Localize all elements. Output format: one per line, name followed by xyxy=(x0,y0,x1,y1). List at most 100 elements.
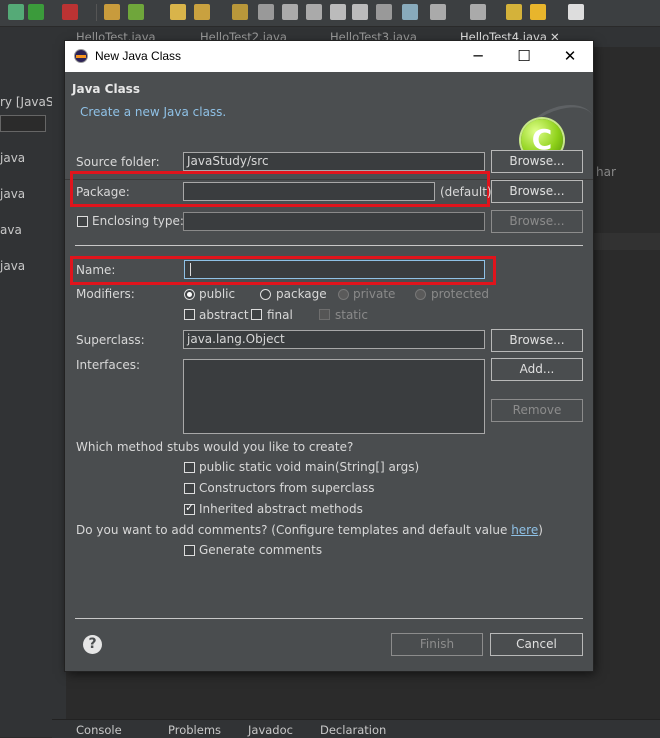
code-fragment: har xyxy=(596,165,616,179)
tab-javadoc[interactable]: Javadoc xyxy=(248,723,293,737)
save-icon[interactable] xyxy=(8,4,24,20)
superclass-label: Superclass: xyxy=(76,333,145,347)
name-field[interactable] xyxy=(184,260,485,279)
enclosing-type-label: Enclosing type: xyxy=(92,214,184,228)
package-label: Package: xyxy=(76,185,130,199)
comments-question-end: ) xyxy=(538,523,543,537)
eclipse-logo-icon xyxy=(74,49,88,63)
close-button[interactable]: ✕ xyxy=(547,41,593,72)
generate-comments-label: Generate comments xyxy=(199,543,323,557)
protected-radio[interactable] xyxy=(415,289,426,300)
interfaces-label: Interfaces: xyxy=(76,358,141,372)
private-radio[interactable] xyxy=(338,289,349,300)
final-label: final xyxy=(267,308,293,322)
package-radio[interactable] xyxy=(260,289,271,300)
tab-declaration[interactable]: Declaration xyxy=(320,723,386,737)
banner-message: Create a new Java class. xyxy=(80,105,227,119)
block-icon[interactable] xyxy=(330,4,346,20)
main-toolbar xyxy=(0,0,660,27)
enclosing-type-field[interactable] xyxy=(183,212,485,231)
source-folder-label: Source folder: xyxy=(76,155,160,169)
static-checkbox[interactable] xyxy=(319,309,330,320)
dialog-titlebar[interactable]: New Java Class ─ ☐ ✕ xyxy=(65,41,593,72)
text-caret xyxy=(190,263,191,276)
toggle-icon[interactable] xyxy=(306,4,322,20)
left-panel-item[interactable]: java xyxy=(0,187,25,201)
public-radio-label: public xyxy=(199,287,236,301)
last-edit-icon[interactable] xyxy=(506,4,522,20)
editor-gutter xyxy=(52,47,66,719)
constructors-label: Constructors from superclass xyxy=(199,481,375,495)
modifiers-label: Modifiers: xyxy=(76,287,135,301)
help-icon[interactable]: ? xyxy=(83,635,102,654)
public-radio[interactable] xyxy=(184,289,195,300)
package-field[interactable] xyxy=(183,182,435,201)
package-browse-button[interactable]: Browse... xyxy=(491,180,583,203)
generate-comments-checkbox[interactable] xyxy=(184,545,195,556)
new-class-icon[interactable] xyxy=(128,4,144,20)
package-default-label: (default) xyxy=(440,185,492,199)
main-method-label: public static void main(String[] args) xyxy=(199,460,420,474)
enclosing-type-checkbox[interactable] xyxy=(77,216,88,227)
current-line-highlight xyxy=(592,233,660,250)
superclass-field[interactable]: java.lang.Object xyxy=(183,330,485,349)
add-interface-button[interactable]: Add... xyxy=(491,358,583,381)
footer-separator xyxy=(75,618,583,619)
source-folder-browse-button[interactable]: Browse... xyxy=(491,150,583,173)
toolbar-separator xyxy=(96,4,97,21)
package-explorer-panel: ry [JavaS java java ava java xyxy=(0,27,54,737)
previous-annotation-icon[interactable] xyxy=(470,4,486,20)
enclosing-type-browse-button[interactable]: Browse... xyxy=(491,210,583,233)
name-label: Name: xyxy=(76,263,116,277)
static-label: static xyxy=(335,308,368,322)
new-java-class-dialog: New Java Class ─ ☐ ✕ C Java Class Create… xyxy=(65,41,601,671)
back-icon[interactable] xyxy=(530,4,546,20)
left-panel-item[interactable]: java xyxy=(0,259,25,273)
private-radio-label: private xyxy=(353,287,396,301)
next-annotation-icon[interactable] xyxy=(430,4,446,20)
banner-title: Java Class xyxy=(72,82,140,96)
debug-icon[interactable] xyxy=(62,4,78,20)
search-icon[interactable] xyxy=(258,4,274,20)
finish-button[interactable]: Finish xyxy=(391,633,483,656)
maximize-button[interactable]: ☐ xyxy=(501,41,547,72)
inherited-methods-checkbox[interactable] xyxy=(184,501,195,515)
abstract-label: abstract xyxy=(199,308,249,322)
cancel-button[interactable]: Cancel xyxy=(490,633,583,656)
forward-icon[interactable] xyxy=(568,4,584,20)
method-stubs-question: Which method stubs would you like to cre… xyxy=(76,440,354,454)
superclass-browse-button[interactable]: Browse... xyxy=(491,329,583,352)
constructors-checkbox[interactable] xyxy=(184,483,195,494)
protected-radio-label: protected xyxy=(431,287,490,301)
pilcrow-icon[interactable] xyxy=(376,4,392,20)
bottom-tab-bar: Console Problems Javadoc Declaration xyxy=(52,719,660,738)
final-checkbox[interactable] xyxy=(251,309,262,320)
tab-problems[interactable]: Problems xyxy=(168,723,221,737)
abstract-checkbox[interactable] xyxy=(184,309,195,320)
open-type-icon[interactable] xyxy=(232,4,248,20)
source-folder-field[interactable]: JavaStudy/src xyxy=(183,152,485,171)
left-panel-item[interactable]: ava xyxy=(0,223,22,237)
remove-interface-button[interactable]: Remove xyxy=(491,399,583,422)
inherited-methods-label: Inherited abstract methods xyxy=(199,502,363,516)
minimize-button[interactable]: ─ xyxy=(455,41,501,72)
brush-icon[interactable] xyxy=(194,4,210,20)
left-panel-filter[interactable] xyxy=(0,115,46,132)
document-icon[interactable] xyxy=(352,4,368,20)
new-package-icon[interactable] xyxy=(104,4,120,20)
interfaces-list[interactable] xyxy=(183,359,485,434)
main-method-checkbox[interactable] xyxy=(184,462,195,473)
skip-breakpoints-icon[interactable] xyxy=(402,4,418,20)
run-icon[interactable] xyxy=(28,4,44,20)
annotation-icon[interactable] xyxy=(282,4,298,20)
dialog-title: New Java Class xyxy=(95,49,182,63)
section-separator xyxy=(75,245,583,246)
configure-templates-link[interactable]: here xyxy=(511,523,538,537)
open-folder-icon[interactable] xyxy=(170,4,186,20)
comments-question-text: Do you want to add comments? (Configure … xyxy=(76,523,512,537)
left-panel-item[interactable]: ry [JavaS xyxy=(0,95,54,109)
package-radio-label: package xyxy=(276,287,327,301)
tab-console[interactable]: Console xyxy=(76,723,122,737)
comments-question: Do you want to add comments? (Configure … xyxy=(76,523,543,537)
left-panel-item[interactable]: java xyxy=(0,151,25,165)
